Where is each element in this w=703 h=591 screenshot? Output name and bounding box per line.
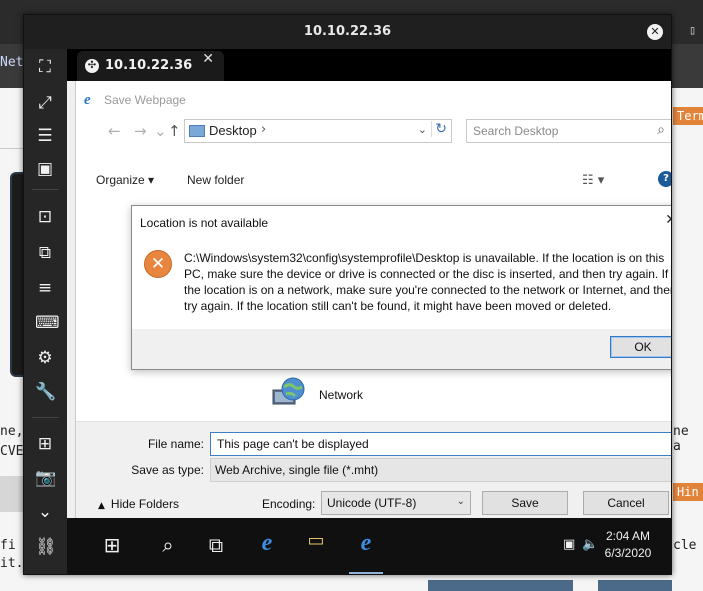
location-error-dialog: Location is not available ✕ ✕ C:\Windows… <box>131 205 671 370</box>
file-explorer-icon[interactable]: ▭ <box>301 530 331 560</box>
close-icon[interactable]: ✕ <box>647 24 663 40</box>
fullscreen-icon[interactable]: ⛶ <box>35 57 55 77</box>
background-hint-button[interactable]: Hin <box>673 483 703 501</box>
close-icon[interactable]: ✕ <box>665 212 671 228</box>
windows-start-icon[interactable]: ⊞ <box>97 530 127 560</box>
chevron-down-icon[interactable]: ⌄ <box>35 502 55 522</box>
address-path[interactable]: Desktop <box>209 123 257 138</box>
system-clock[interactable]: 2:04 AM 6/3/2020 <box>595 528 661 562</box>
background-panel <box>0 476 23 512</box>
remote-desktop-viewer: 10.10.22.36 ✕ ⛶ ⤢ ☰ ▣ ⊡ ⧉ ≡ ⌨ ⚙ 🔧 ⊞ 📷 ⌄ … <box>23 14 672 575</box>
background-button[interactable] <box>598 580 672 591</box>
background-text: ne, <box>0 424 24 439</box>
internet-explorer-icon[interactable]: e <box>351 530 381 560</box>
keyboard-icon[interactable]: ⌨ <box>35 313 60 333</box>
folder-icon <box>189 125 205 137</box>
encoding-select[interactable]: Unicode (UTF-8) ⌄ <box>321 491 471 515</box>
network-status-icon[interactable]: ▣ <box>563 537 575 552</box>
save-as-type-label: Save as type: <box>131 463 204 477</box>
internet-explorer-icon: e <box>84 92 91 108</box>
refresh-icon[interactable]: ↻ <box>431 121 447 137</box>
navigation-bar: ← → ⌄ ↑ Desktop › ⌄ ↻ Search Desktop ⌕ <box>76 119 671 145</box>
search-icon[interactable]: ⌕ <box>657 122 665 138</box>
network-label: Network <box>319 388 364 402</box>
ok-button[interactable]: OK <box>610 336 671 358</box>
viewer-titlebar: 10.10.22.36 ✕ <box>24 15 671 49</box>
chevron-down-icon: ⌄ <box>456 496 465 507</box>
error-dialog-title: Location is not available <box>140 216 269 230</box>
resize-icon[interactable]: ⤢ <box>35 93 55 113</box>
background-tab-icon: ▯ <box>689 23 697 37</box>
viewer-tab-bar: ✣ 10.10.22.36 ✕ <box>67 49 671 81</box>
dialog-title: Save Webpage <box>104 93 186 107</box>
background-text: fi <box>0 538 16 553</box>
tab-remote-session[interactable]: ✣ 10.10.22.36 ✕ <box>77 51 224 81</box>
background-terminal-button[interactable]: Term <box>673 107 703 125</box>
forward-arrow-icon[interactable]: → <box>134 122 147 140</box>
clock-date: 6/3/2020 <box>604 546 652 560</box>
search-icon[interactable]: ⌕ <box>153 530 183 560</box>
chevron-right-icon[interactable]: › <box>261 122 266 137</box>
task-view-icon[interactable]: ⧉ <box>201 530 231 560</box>
error-icon: ✕ <box>144 250 172 278</box>
internet-explorer-icon[interactable]: e <box>252 530 282 560</box>
wrench-icon[interactable]: 🔧 <box>35 382 56 402</box>
file-name-label: File name: <box>147 437 204 451</box>
encoding-label: Encoding: <box>262 497 316 511</box>
hide-folders-toggle[interactable]: ▲ Hide Folders <box>98 497 179 511</box>
save-as-type-select[interactable]: Web Archive, single file (*.mht) <box>210 458 671 482</box>
encoding-value: Unicode (UTF-8) <box>327 496 417 510</box>
cancel-button[interactable]: Cancel <box>583 491 669 515</box>
view-options-icon[interactable]: ☷ ▾ <box>582 173 604 188</box>
toolbar-divider <box>32 417 59 418</box>
command-bar: Organize ▾ New folder ☷ ▾ ? <box>76 171 671 193</box>
viewer-toolbar: ⛶ ⤢ ☰ ▣ ⊡ ⧉ ≡ ⌨ ⚙ 🔧 ⊞ 📷 ⌄ ⛓ <box>24 49 67 574</box>
camera-icon[interactable]: 📷 <box>35 468 56 488</box>
screenshot-region-icon[interactable]: ⊡ <box>35 207 55 227</box>
search-placeholder: Search Desktop <box>473 124 559 138</box>
new-folder-button[interactable]: New folder <box>187 173 244 187</box>
menu-icon[interactable]: ☰ <box>35 126 55 146</box>
background-text: cle <box>673 538 697 553</box>
address-dropdown-icon[interactable]: ⌄ <box>418 123 427 136</box>
recent-dropdown-icon[interactable]: ⌄ <box>154 122 167 140</box>
background-text: it. <box>0 556 24 571</box>
remote-screen: e Save Webpage ← → ⌄ ↑ Desktop › ⌄ ↻ Sea… <box>67 81 671 574</box>
error-message: C:\Windows\system32\config\systemprofile… <box>184 251 671 313</box>
network-item[interactable]: Network <box>263 374 413 418</box>
settings-icon[interactable]: ⚙ <box>35 348 55 368</box>
up-arrow-icon[interactable]: ↑ <box>168 122 181 140</box>
background-button[interactable] <box>428 580 573 591</box>
viewer-title: 10.10.22.36 <box>303 24 392 39</box>
chevron-up-icon: ▲ <box>98 501 105 511</box>
toolbar-divider <box>32 189 59 190</box>
scale-icon[interactable]: ⧉ <box>35 243 55 263</box>
session-icon: ✣ <box>85 59 99 73</box>
error-dialog-footer: OK <box>132 329 671 369</box>
add-icon[interactable]: ⊞ <box>35 434 55 454</box>
tab-label: 10.10.22.36 <box>105 58 193 73</box>
organize-menu[interactable]: Organize ▾ <box>96 173 154 187</box>
active-app-indicator <box>349 572 383 574</box>
disconnect-icon[interactable]: ⛓ <box>35 537 57 557</box>
save-button[interactable]: Save <box>482 491 568 515</box>
clock-time: 2:04 AM <box>605 529 651 543</box>
windows-taskbar: ⊞ ⌕ ⧉ e ▭ e ▣ 🔈 2:04 AM 6/3/2020 <box>67 518 671 574</box>
dialog-footer: ▲ Hide Folders Encoding: Unicode (UTF-8) … <box>76 489 671 518</box>
file-name-input[interactable]: This page can't be displayed <box>210 432 671 456</box>
background-divider <box>0 148 24 149</box>
search-input[interactable]: Search Desktop ⌕ <box>466 119 671 143</box>
background-text: ne a <box>673 424 689 454</box>
address-bar[interactable]: Desktop › ⌄ ↻ <box>184 119 452 143</box>
background-text: CVE <box>0 444 24 459</box>
tab-close-icon[interactable]: ✕ <box>202 51 214 67</box>
network-globe-icon <box>272 377 305 405</box>
hide-folders-label: Hide Folders <box>110 497 179 511</box>
window-icon[interactable]: ▣ <box>35 159 55 179</box>
help-icon[interactable]: ? <box>658 171 671 187</box>
dialog-title-bar: e Save Webpage <box>84 92 186 108</box>
back-arrow-icon[interactable]: ← <box>108 122 121 140</box>
list-icon[interactable]: ≡ <box>35 278 55 298</box>
